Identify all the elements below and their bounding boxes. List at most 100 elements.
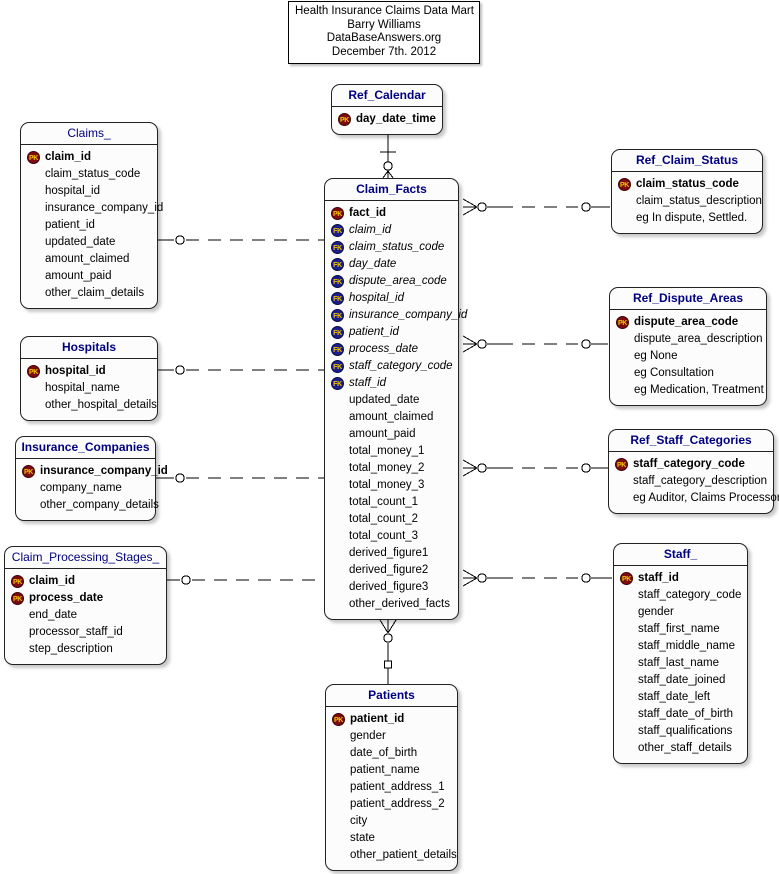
column-name: other_derived_facts: [349, 598, 451, 610]
primary-key-icon: PK: [618, 178, 631, 191]
column-name: claim_status_code: [636, 178, 739, 190]
column-row: PK staff_category_code: [615, 456, 767, 473]
no-key-spacer: [615, 492, 628, 505]
column-row: total_money_1: [331, 443, 452, 460]
column-name: other_claim_details: [45, 287, 145, 299]
column-name: staff_date_left: [638, 691, 711, 703]
column-name: derived_figure1: [349, 547, 429, 559]
column-name: insurance_company_id: [349, 309, 468, 321]
entity-title-hospitals: Hospitals: [21, 337, 157, 359]
entity-claims[interactable]: Claims_ PK claim_id claim_status_code hospi…: [20, 122, 163, 309]
column-name: eg Auditor, Claims Processor: [633, 492, 779, 504]
column-row: dispute_area_description: [616, 331, 763, 348]
no-key-spacer: [620, 640, 633, 653]
column-row: PK dispute_area_code: [616, 314, 760, 331]
column-name: hospital_id: [349, 292, 404, 304]
entity-ref-staff-categories[interactable]: Ref_Staff_Categories PK staff_category_co…: [608, 429, 779, 514]
column-name: claim_id: [45, 151, 92, 163]
column-row: claim_status_code: [27, 166, 151, 183]
entity-columns-ref-calendar: PK day_date_time: [332, 107, 442, 134]
no-key-spacer: [22, 482, 35, 495]
column-row: derived_figure3: [331, 579, 452, 596]
entity-ref-claim-status[interactable]: Ref_Claim_Status PK claim_status_code clai…: [611, 149, 763, 234]
column-row: FK claim_status_code: [331, 239, 452, 256]
column-name: end_date: [29, 609, 77, 621]
title-line-2: Barry Williams: [347, 18, 421, 31]
column-name: amount_claimed: [45, 253, 130, 265]
entity-ref-calendar[interactable]: Ref_Calendar PK day_date_time: [331, 84, 443, 135]
relationship-claim-facts-ref-staff-categories: [462, 459, 608, 477]
column-name: hospital_name: [45, 382, 120, 394]
no-key-spacer: [27, 287, 40, 300]
entity-title-ref-staff-categories: Ref_Staff_Categories: [609, 430, 773, 452]
column-name: patient_id: [350, 713, 405, 725]
column-row: derived_figure1: [331, 545, 452, 562]
no-key-spacer: [616, 367, 629, 380]
entity-staff[interactable]: Staff_ PK staff_id staff_category_code gend…: [613, 543, 748, 764]
no-key-spacer: [618, 195, 631, 208]
foreign-key-icon: FK: [331, 258, 344, 271]
no-key-spacer: [616, 333, 629, 346]
entity-columns-patients: PK patient_id gender date_of_birth patient_n…: [326, 707, 457, 870]
column-row: patient_name: [332, 762, 451, 779]
column-name: patient_address_2: [350, 798, 445, 810]
column-row: claim_status_description: [618, 193, 762, 210]
column-row: PK process_date: [11, 590, 160, 607]
foreign-key-icon: FK: [331, 377, 344, 390]
column-name: eg Medication, Treatment: [634, 384, 764, 396]
column-name: hospital_id: [45, 185, 100, 197]
entity-claim-facts[interactable]: Claim_Facts PK fact_id FK claim_id FK claim_s…: [324, 178, 467, 620]
column-row: hospital_id: [27, 183, 151, 200]
column-name: amount_paid: [45, 270, 112, 282]
entity-columns-ref-staff-categories: PK staff_category_code staff_category_desc…: [609, 452, 779, 513]
no-key-spacer: [616, 384, 629, 397]
column-name: patient_id: [349, 326, 399, 338]
column-name: claim_status_code: [45, 168, 141, 180]
no-key-spacer: [27, 219, 40, 232]
foreign-key-icon: FK: [331, 343, 344, 356]
column-name: state: [350, 832, 375, 844]
entity-title-insurance-companies: Insurance_Companies: [16, 437, 155, 459]
column-row: total_count_2: [331, 511, 452, 528]
column-name: processor_staff_id: [29, 626, 123, 638]
column-name: staff_id: [349, 377, 387, 389]
column-row: city: [332, 813, 451, 830]
column-name: other_staff_details: [638, 742, 732, 754]
column-row: end_date: [11, 607, 160, 624]
no-key-spacer: [27, 270, 40, 283]
no-key-spacer: [620, 623, 633, 636]
relationship-ref-calendar-claim-facts: [379, 133, 397, 183]
column-row: updated_date: [27, 234, 151, 251]
column-row: staff_qualifications: [620, 723, 741, 740]
column-row: PK claim_status_code: [618, 176, 756, 193]
column-name: derived_figure2: [349, 564, 429, 576]
column-name: dispute_area_code: [634, 316, 739, 328]
column-name: total_count_2: [349, 513, 419, 525]
no-key-spacer: [332, 764, 345, 777]
entity-ref-dispute-areas[interactable]: Ref_Dispute_Areas PK dispute_area_code dis…: [609, 287, 767, 406]
column-row: gender: [332, 728, 451, 745]
column-name: fact_id: [349, 207, 387, 219]
no-key-spacer: [332, 747, 345, 760]
entity-insurance-companies[interactable]: Insurance_Companies PK insurance_company_…: [15, 436, 168, 521]
entity-patients[interactable]: Patients PK patient_id gender date_of_birth…: [325, 684, 458, 871]
entity-claim-processing-stages[interactable]: Claim_Processing_Stages_ PK claim_id PK pro…: [4, 546, 167, 665]
column-row: eg Consultation: [616, 365, 760, 382]
entity-hospitals[interactable]: Hospitals PK hospital_id hospital_name othe…: [20, 336, 158, 421]
column-row: other_hospital_details: [27, 397, 157, 414]
column-row: staff_date_of_birth: [620, 706, 741, 723]
column-name: staff_date_joined: [638, 674, 726, 686]
no-key-spacer: [331, 394, 344, 407]
column-name: hospital_id: [45, 365, 106, 377]
column-row: insurance_company_id: [27, 200, 163, 217]
no-key-spacer: [331, 564, 344, 577]
column-name: other_hospital_details: [45, 399, 157, 411]
column-name: staff_category_description: [633, 475, 768, 487]
no-key-spacer: [11, 609, 24, 622]
foreign-key-icon: FK: [331, 275, 344, 288]
column-name: derived_figure3: [349, 581, 429, 593]
column-row: other_staff_details: [620, 740, 741, 757]
relationship-claim-facts-staff: [462, 569, 612, 587]
no-key-spacer: [27, 168, 40, 181]
column-name: gender: [350, 730, 386, 742]
